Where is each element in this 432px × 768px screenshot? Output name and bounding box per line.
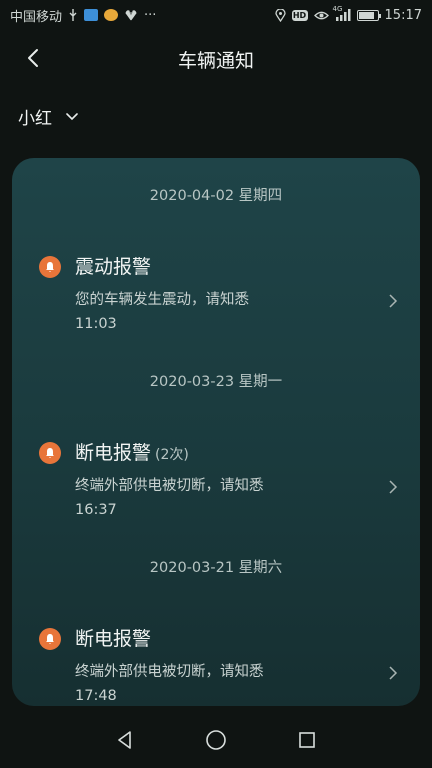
group-date: 2020-03-23 星期一: [149, 374, 283, 390]
app-notification-icon: [104, 9, 119, 21]
hd-icon: HD: [291, 9, 308, 21]
vehicle-selector[interactable]: 小红: [18, 104, 78, 129]
alarm-description: 您的车辆发生震动，请知悉: [75, 292, 249, 308]
clock: 15:17: [384, 7, 422, 23]
vehicle-name: 小红: [18, 109, 52, 129]
alarm-title: 震动报警: [75, 256, 152, 278]
notification-item[interactable]: 断电报警 (2次) 终端外部供电被切断，请知悉 16:37: [12, 440, 420, 530]
bell-icon: [39, 442, 61, 464]
notification-item[interactable]: 断电报警 终端外部供电被切断，请知悉 17:48: [12, 626, 420, 716]
chevron-right-icon: [389, 480, 398, 494]
alarm-title: 断电报警: [75, 628, 152, 650]
bell-icon: [39, 256, 61, 278]
signal-icon: 4G: [333, 5, 351, 21]
eye-icon: [313, 10, 329, 21]
notification-item[interactable]: 震动报警 您的车辆发生震动，请知悉 11:03: [12, 254, 420, 344]
huawei-icon: [124, 9, 138, 21]
circle-home-icon: [206, 730, 226, 750]
notification-card: 2020-04-02 星期四 震动报警 您的车辆发生震动，请知悉 11:03 2…: [12, 158, 420, 706]
nav-home-button[interactable]: [200, 724, 232, 756]
chevron-right-icon: [389, 294, 398, 308]
app-header: 车辆通知: [0, 36, 432, 80]
nav-recents-button[interactable]: [291, 724, 323, 756]
nav-back-button[interactable]: [109, 724, 141, 756]
carrier-label: 中国移动: [10, 9, 63, 25]
chevron-down-icon: [66, 112, 78, 120]
bell-icon: [39, 628, 61, 650]
location-icon: [274, 8, 286, 22]
square-recents-icon: [298, 732, 315, 748]
triangle-back-icon: [118, 731, 132, 749]
alarm-time: 11:03: [75, 316, 117, 332]
chevron-right-icon: [389, 666, 398, 680]
alarm-time: 17:48: [75, 688, 117, 704]
usb-icon: [68, 8, 78, 22]
alarm-time: 16:37: [75, 502, 117, 518]
alarm-description: 终端外部供电被切断，请知悉: [75, 664, 264, 680]
alarm-count: (2次): [155, 447, 189, 463]
more-notifications-icon: ···: [144, 7, 157, 23]
group-date: 2020-03-21 星期六: [149, 560, 283, 576]
alarm-description: 终端外部供电被切断，请知悉: [75, 478, 264, 494]
group-date: 2020-04-02 星期四: [149, 188, 283, 204]
status-bar: 中国移动 ··· HD 4G 15:17: [0, 0, 432, 30]
system-nav-bar: [0, 712, 432, 768]
page-title: 车辆通知: [177, 50, 254, 72]
alarm-title: 断电报警 (2次): [75, 442, 189, 464]
app-notification-icon: [84, 9, 99, 21]
battery-icon: [356, 9, 381, 21]
